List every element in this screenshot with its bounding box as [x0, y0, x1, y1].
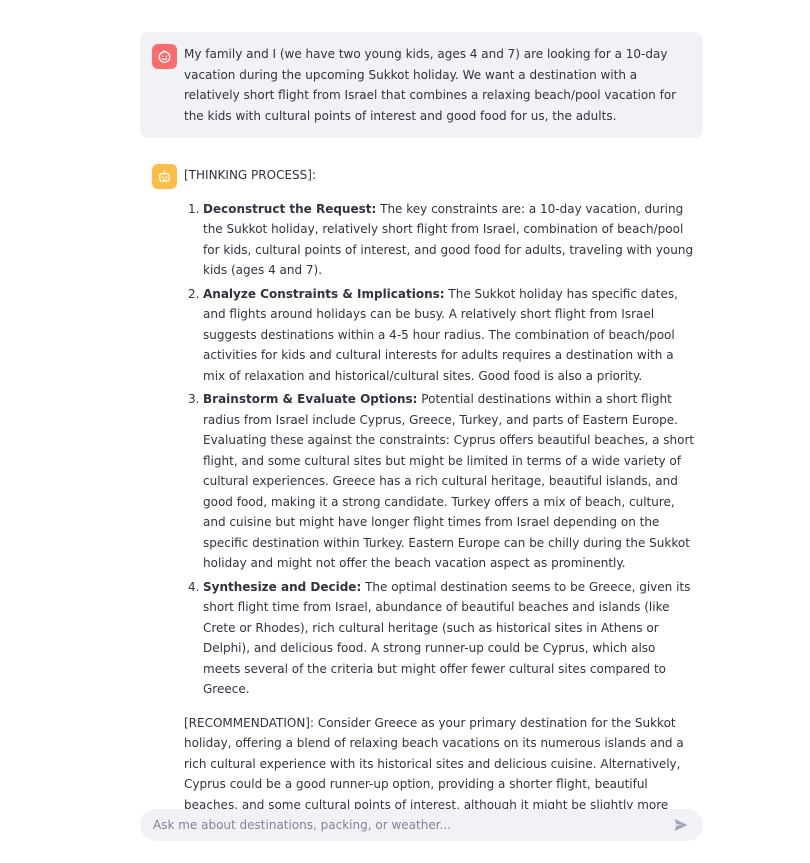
assistant-avatar: [152, 164, 177, 189]
step-title: Deconstruct the Request:: [203, 201, 377, 216]
step-text: Potential destinations within a short fl…: [203, 392, 695, 570]
step-title: Synthesize and Decide:: [203, 579, 362, 594]
user-avatar: [152, 44, 177, 69]
list-item: 2. Analyze Constraints & Implications: Th…: [184, 284, 695, 387]
list-item: 3. Brainstorm & Evaluate Options: Potenti…: [184, 389, 695, 574]
list-item: 4. Synthesize and Decide: The optimal des…: [184, 577, 695, 700]
assistant-message-body: [THINKING PROCESS]: 1. Deconstruct the Re…: [184, 165, 695, 836]
list-item: 1. Deconstruct the Request: The key const…: [184, 199, 695, 281]
chat-input-bar: [140, 809, 703, 841]
smiley-face-icon: [158, 50, 171, 63]
thinking-steps-list: 1. Deconstruct the Request: The key const…: [184, 199, 695, 700]
step-number: 3.: [188, 392, 200, 406]
step-title: Brainstorm & Evaluate Options:: [203, 392, 418, 406]
step-text: The optimal destination seems to be Gree…: [203, 579, 691, 697]
step-number: 4.: [188, 579, 200, 594]
step-number: 1.: [188, 201, 200, 216]
chat-input[interactable]: [140, 809, 665, 841]
step-title: Analyze Constraints & Implications:: [203, 286, 445, 301]
user-message: My family and I (we have two young kids,…: [140, 32, 703, 138]
send-icon: [674, 819, 688, 831]
robot-icon: [159, 170, 170, 182]
send-button[interactable]: [665, 809, 697, 841]
thinking-header: [THINKING PROCESS]:: [184, 168, 316, 182]
user-message-text: My family and I (we have two young kids,…: [184, 47, 677, 123]
step-number: 2.: [188, 286, 200, 301]
